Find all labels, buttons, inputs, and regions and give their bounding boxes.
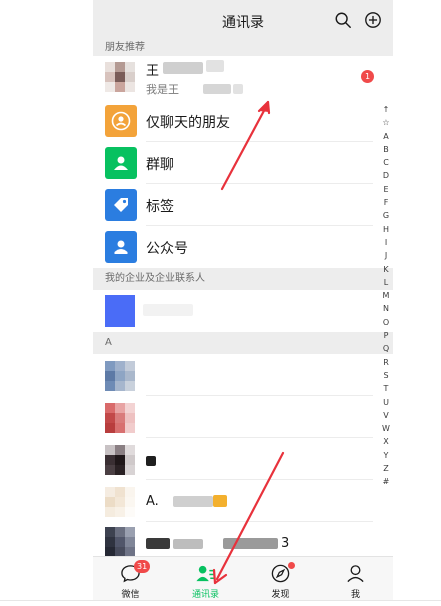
group-icon — [105, 147, 137, 179]
contact-item[interactable] — [93, 438, 393, 480]
bottom-tab-bar: 31 微信 通讯录 发现 我 — [93, 556, 393, 600]
contact-item-overlay: A. — [93, 480, 393, 522]
section-header-recommend: 朋友推荐 — [93, 40, 393, 56]
index-letter[interactable]: S — [379, 369, 393, 382]
bottom-edge-line — [0, 600, 441, 601]
redacted-subtitle-part — [233, 84, 243, 94]
index-letter[interactable]: Y — [379, 449, 393, 462]
menu-label: 仅聊天的朋友 — [146, 115, 230, 131]
menu-item-tags[interactable]: 标签 — [93, 184, 393, 226]
avatar — [105, 527, 135, 557]
avatar — [105, 361, 135, 391]
tab-label: 我 — [350, 590, 360, 600]
chat-icon — [105, 105, 137, 137]
recommend-name: 王 — [146, 64, 160, 79]
index-letter[interactable]: M — [379, 289, 393, 302]
section-header-letter-a: A — [93, 332, 393, 354]
index-letter[interactable]: G — [379, 209, 393, 222]
wechat-contacts-screen: 通讯录 朋友推荐 王 我是王 1 仅聊天的朋友 群聊 标签 公众号 我的企业及企… — [93, 0, 393, 600]
contact-name: A. — [146, 494, 159, 509]
avatar — [105, 62, 135, 92]
menu-item-official-accounts[interactable]: 公众号 — [93, 226, 393, 268]
redacted-name — [146, 538, 170, 549]
redacted-name-part — [223, 538, 278, 549]
discover-dot-badge — [288, 562, 295, 569]
tab-chats[interactable]: 31 微信 — [93, 557, 168, 600]
index-letter[interactable]: A — [379, 130, 393, 143]
index-letter[interactable]: T — [379, 382, 393, 395]
avatar — [105, 403, 135, 433]
enterprise-contact-item[interactable] — [93, 290, 393, 332]
index-letter[interactable]: D — [379, 169, 393, 182]
menu-label: 群聊 — [146, 157, 174, 173]
tab-me[interactable]: 我 — [318, 557, 393, 600]
add-icon[interactable] — [364, 11, 382, 29]
index-letter[interactable]: ☆ — [379, 116, 393, 129]
index-letter[interactable]: X — [379, 435, 393, 448]
index-letter[interactable]: J — [379, 249, 393, 262]
redacted-name — [146, 456, 156, 466]
index-letter[interactable]: E — [379, 183, 393, 196]
redacted-name — [163, 62, 203, 74]
redacted-name-part — [173, 539, 203, 549]
contact-name-tail: 3 — [281, 536, 290, 551]
index-letter[interactable]: P — [379, 329, 393, 342]
index-letter[interactable]: F — [379, 196, 393, 209]
new-friend-badge: 1 — [361, 70, 374, 83]
index-letter[interactable]: K — [379, 263, 393, 276]
index-letter[interactable]: Z — [379, 462, 393, 475]
avatar — [105, 295, 135, 327]
contact-item[interactable] — [93, 396, 393, 438]
index-letter[interactable]: I — [379, 236, 393, 249]
contacts-icon — [196, 565, 216, 582]
tab-label: 通讯录 — [191, 590, 219, 600]
tab-discover[interactable]: 发现 — [243, 557, 318, 600]
search-icon[interactable] — [334, 11, 352, 29]
redacted-name-part — [206, 60, 224, 72]
tab-label: 微信 — [121, 590, 140, 600]
official-account-icon — [105, 231, 137, 263]
index-letter[interactable]: O — [379, 316, 393, 329]
index-letter[interactable]: N — [379, 302, 393, 315]
contact-item[interactable] — [93, 354, 393, 396]
friend-recommend-item[interactable]: 王 我是王 1 — [93, 56, 393, 100]
index-letter[interactable]: L — [379, 276, 393, 289]
menu-item-chat-only-friends[interactable]: 仅聊天的朋友 — [93, 100, 393, 142]
index-letter[interactable]: B — [379, 143, 393, 156]
index-letter[interactable]: R — [379, 356, 393, 369]
section-header-enterprise: 我的企业及企业联系人 — [93, 268, 393, 290]
menu-item-group-chats[interactable]: 群聊 — [93, 142, 393, 184]
index-letter[interactable]: H — [379, 223, 393, 236]
index-letter[interactable]: C — [379, 156, 393, 169]
avatar — [105, 445, 135, 475]
index-letter[interactable]: V — [379, 409, 393, 422]
tab-label: 发现 — [271, 590, 290, 600]
index-letter[interactable]: U — [379, 396, 393, 409]
index-letter[interactable]: W — [379, 422, 393, 435]
index-letter[interactable]: # — [379, 475, 393, 488]
redacted-name — [173, 496, 213, 507]
unread-badge: 31 — [134, 560, 151, 573]
menu-label: 公众号 — [146, 241, 188, 257]
redacted-subtitle — [203, 84, 231, 94]
redacted-name-part — [213, 495, 227, 507]
index-letter[interactable]: ↑ — [379, 103, 393, 116]
top-bar: 通讯录 — [93, 0, 393, 40]
tab-contacts[interactable]: 通讯录 — [168, 557, 243, 600]
person-icon — [347, 565, 364, 583]
menu-label: 标签 — [146, 199, 174, 215]
alphabet-index[interactable]: ↑ ☆ A B C D E F G H I J K L M N O P Q R S T U V W X Y Z # — [379, 103, 393, 489]
index-letter[interactable]: Q — [379, 342, 393, 355]
recommend-subtitle: 我是王 — [146, 83, 179, 96]
tag-icon — [105, 189, 137, 221]
redacted-name — [143, 304, 193, 316]
